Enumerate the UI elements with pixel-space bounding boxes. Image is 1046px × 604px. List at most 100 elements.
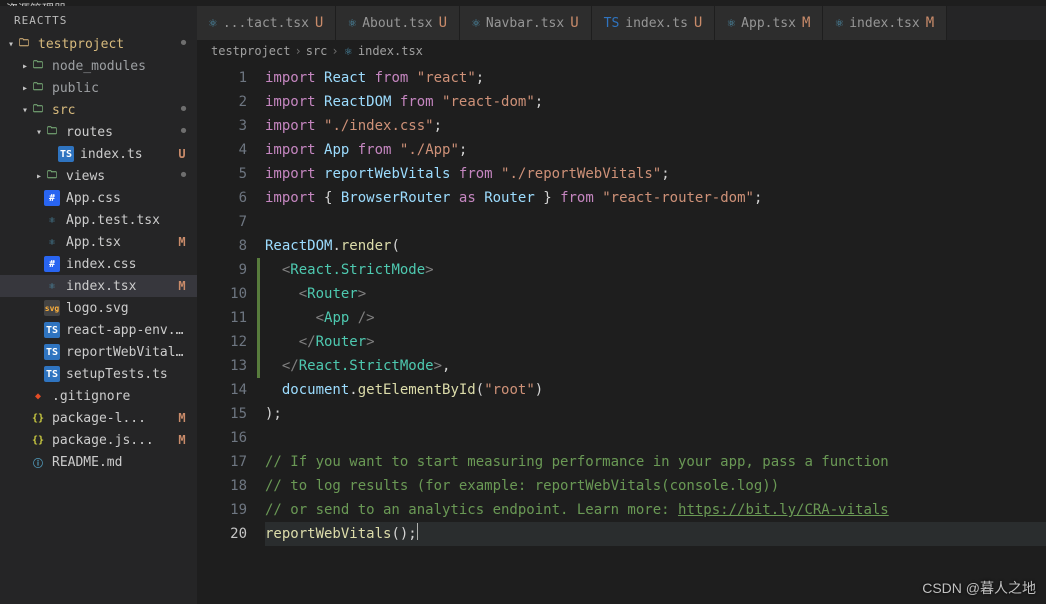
line-number: 16 <box>197 426 247 450</box>
tree-item-label: react-app-env.... <box>66 323 191 338</box>
line-number: 11 <box>197 306 247 330</box>
chevron-icon[interactable]: ▾ <box>20 105 30 116</box>
git-icon: ◆ <box>30 388 46 404</box>
code-line[interactable]: ReactDOM.render( <box>265 234 1046 258</box>
chevron-icon[interactable]: ▸ <box>20 83 30 94</box>
breadcrumb-item[interactable]: testproject <box>211 44 290 58</box>
info-icon: ⓘ <box>30 454 46 470</box>
tree-item-app-css[interactable]: #App.css <box>0 187 197 209</box>
react-icon: ⚛ <box>345 44 352 58</box>
tree-item-logo-svg[interactable]: svglogo.svg <box>0 297 197 319</box>
code-line[interactable]: import App from "./App"; <box>265 138 1046 162</box>
code-line[interactable]: // to log results (for example: reportWe… <box>265 474 1046 498</box>
chevron-icon[interactable]: ▸ <box>34 171 44 182</box>
main-area: REACTTS ▾🗀testproject•▸🗀node_modules▸🗀pu… <box>0 6 1046 604</box>
breadcrumb-item[interactable]: src <box>306 44 328 58</box>
line-number: 13 <box>197 354 247 378</box>
tree-item-app-test-tsx[interactable]: ⚛App.test.tsx <box>0 209 197 231</box>
css-icon: # <box>44 256 60 272</box>
editor-tab[interactable]: TSindex.tsU <box>592 6 716 40</box>
watermark: CSDN @暮人之地 <box>922 578 1036 598</box>
tree-item-app-tsx[interactable]: ⚛App.tsxM <box>0 231 197 253</box>
editor-tab[interactable]: ⚛About.tsxU <box>336 6 460 40</box>
code-line[interactable]: import reportWebVitals from "./reportWeb… <box>265 162 1046 186</box>
editor-tab[interactable]: ⚛...tact.tsxU <box>197 6 336 40</box>
tab-label: index.ts <box>625 16 688 31</box>
code-line[interactable]: </Router> <box>265 330 1046 354</box>
react-icon: ⚛ <box>835 16 843 31</box>
tree-item--gitignore[interactable]: ◆ .gitignore <box>0 385 197 407</box>
tree-item-package-js-[interactable]: {}package.js...M <box>0 429 197 451</box>
code-line[interactable]: reportWebVitals(); <box>265 522 1046 546</box>
tree-item-setuptests-ts[interactable]: TSsetupTests.ts <box>0 363 197 385</box>
modified-dot-icon: • <box>178 107 191 113</box>
folder-icon: 🗀 <box>30 102 46 118</box>
tab-status: U <box>570 15 578 31</box>
tree-item-routes[interactable]: ▾🗀routes• <box>0 121 197 143</box>
tree-item-react-app-env-[interactable]: TSreact-app-env.... <box>0 319 197 341</box>
editor-tab[interactable]: ⚛Navbar.tsxU <box>460 6 592 40</box>
code-line[interactable]: import "./index.css"; <box>265 114 1046 138</box>
css-icon: # <box>44 190 60 206</box>
tree-item-package-l-[interactable]: {}package-l...M <box>0 407 197 429</box>
code-line[interactable]: // or send to an analytics endpoint. Lea… <box>265 498 1046 522</box>
ts-icon: TS <box>58 146 74 162</box>
file-tree[interactable]: ▾🗀testproject•▸🗀node_modules▸🗀public▾🗀sr… <box>0 33 197 604</box>
code-line[interactable] <box>265 210 1046 234</box>
scm-badge: M <box>173 411 191 425</box>
tab-label: index.tsx <box>849 16 919 31</box>
tree-item-reportwebvital-[interactable]: TSreportWebVital... <box>0 341 197 363</box>
folder-icon: 🗀 <box>44 168 60 184</box>
code-line[interactable]: ); <box>265 402 1046 426</box>
tab-status: M <box>802 15 810 31</box>
code-line[interactable]: document.getElementById("root") <box>265 378 1046 402</box>
ts-icon: TS <box>604 16 620 31</box>
tree-item-index-ts[interactable]: TSindex.tsU <box>0 143 197 165</box>
chevron-icon[interactable]: ▾ <box>34 127 44 138</box>
tree-item-public[interactable]: ▸🗀public <box>0 77 197 99</box>
code-line[interactable]: // If you want to start measuring perfor… <box>265 450 1046 474</box>
code-line[interactable]: import ReactDOM from "react-dom"; <box>265 90 1046 114</box>
tab-status: M <box>926 15 934 31</box>
code-line[interactable]: <Router> <box>265 282 1046 306</box>
tree-item-index-tsx[interactable]: ⚛index.tsxM <box>0 275 197 297</box>
tree-item-views[interactable]: ▸🗀views• <box>0 165 197 187</box>
code-line[interactable]: import React from "react"; <box>265 66 1046 90</box>
code-content[interactable]: import React from "react";import ReactDO… <box>265 62 1046 604</box>
tree-item-label: reportWebVital... <box>66 345 191 360</box>
editor-tab[interactable]: ⚛App.tsxM <box>715 6 823 40</box>
line-number: 14 <box>197 378 247 402</box>
code-line[interactable]: <App /> <box>265 306 1046 330</box>
breadcrumb-item[interactable]: index.tsx <box>358 44 423 58</box>
tree-item-readme-md[interactable]: ⓘREADME.md <box>0 451 197 473</box>
ts-icon: TS <box>44 366 60 382</box>
code-line[interactable]: </React.StrictMode>, <box>265 354 1046 378</box>
code-line[interactable]: import { BrowserRouter as Router } from … <box>265 186 1046 210</box>
tree-item-label: routes <box>66 125 178 140</box>
folder-icon: 🗀 <box>44 124 60 140</box>
tree-item-testproject[interactable]: ▾🗀testproject• <box>0 33 197 55</box>
line-number: 18 <box>197 474 247 498</box>
tree-item-src[interactable]: ▾🗀src• <box>0 99 197 121</box>
json-icon: {} <box>30 432 46 448</box>
editor-tabs[interactable]: ⚛...tact.tsxU⚛About.tsxU⚛Navbar.tsxU TS in… <box>197 6 1046 40</box>
tree-item-label: package.js... <box>52 433 173 448</box>
json-icon: {} <box>30 410 46 426</box>
breadcrumb-separator: › <box>294 44 301 58</box>
tree-item-node_modules[interactable]: ▸🗀node_modules <box>0 55 197 77</box>
code-line[interactable]: <React.StrictMode> <box>265 258 1046 282</box>
svg-icon: svg <box>44 300 60 316</box>
chevron-icon[interactable]: ▾ <box>6 39 16 50</box>
line-number: 5 <box>197 162 247 186</box>
tree-item-index-css[interactable]: #index.css <box>0 253 197 275</box>
editor-tab[interactable]: ⚛ index.tsx M <box>823 6 947 40</box>
react-icon: ⚛ <box>348 16 356 31</box>
chevron-icon[interactable]: ▸ <box>20 61 30 72</box>
breadcrumb[interactable]: testproject›src›⚛index.tsx <box>197 40 1046 62</box>
tree-item-label: index.tsx <box>66 279 173 294</box>
tree-item-label: .gitignore <box>52 389 191 404</box>
code-line[interactable] <box>265 426 1046 450</box>
code-editor[interactable]: 1234567891011121314151617181920 import R… <box>197 62 1046 604</box>
tree-item-label: public <box>52 81 191 96</box>
scm-badge: M <box>173 279 191 293</box>
